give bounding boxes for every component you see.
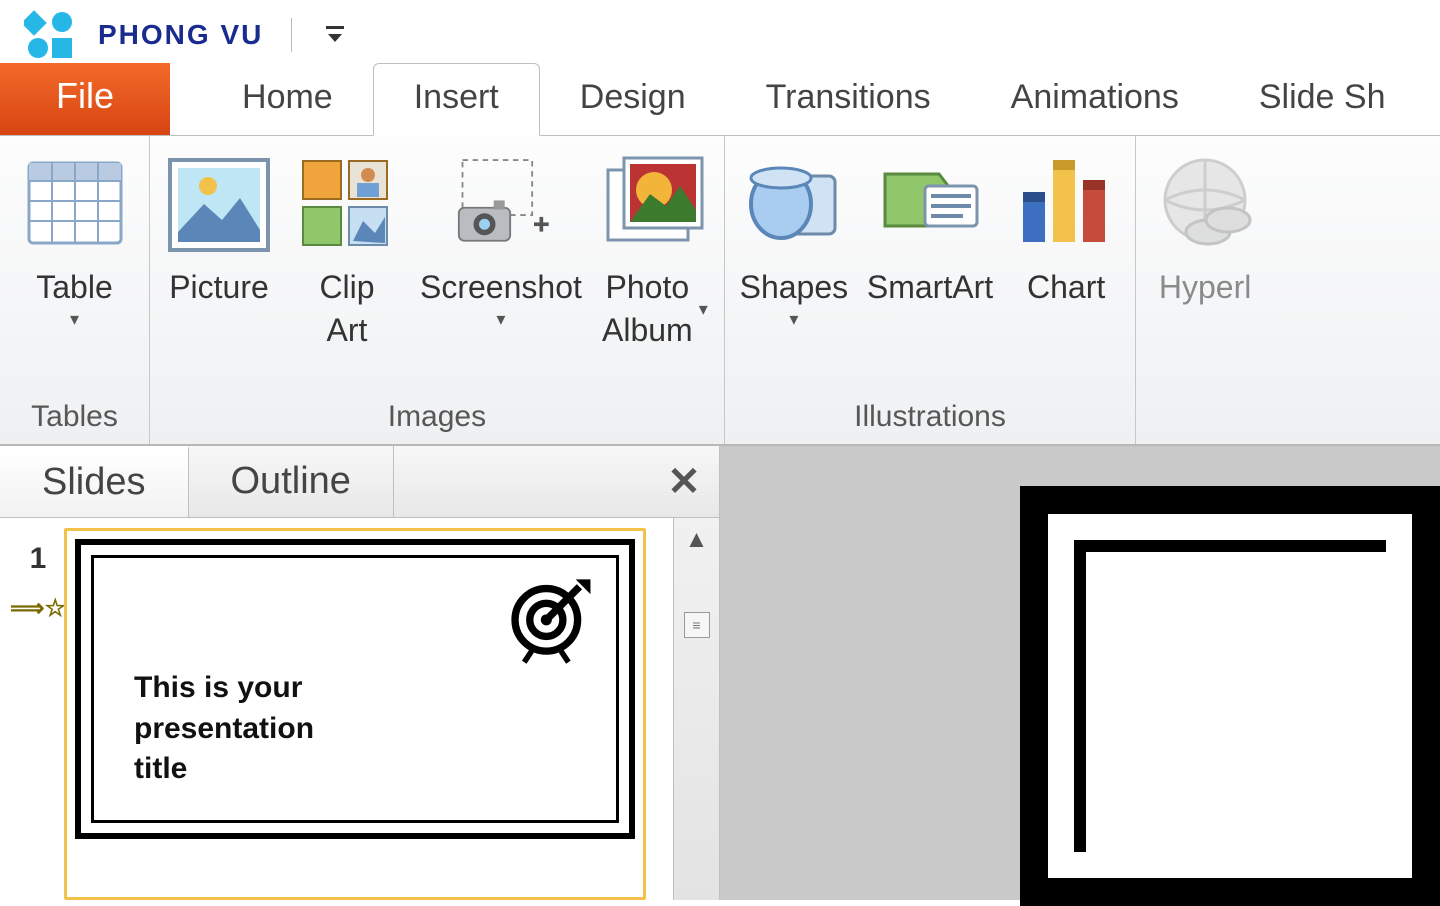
pane-scrollbar[interactable]: ▲ ≡ xyxy=(673,518,719,900)
tab-animations[interactable]: Animations xyxy=(971,64,1219,135)
chart-button[interactable]: Chart xyxy=(1011,144,1121,309)
group-illustrations: Shapes ▾ SmartArt xyxy=(725,136,1136,444)
scroll-handle[interactable]: ≡ xyxy=(684,612,710,638)
tab-insert[interactable]: Insert xyxy=(373,63,540,136)
animation-indicator-icon: ⟹☆ xyxy=(10,594,66,623)
smartart-icon xyxy=(875,150,985,260)
screenshot-icon xyxy=(446,150,556,260)
picture-button[interactable]: Picture xyxy=(164,144,274,309)
group-links: Hyperl xyxy=(1136,136,1274,444)
separator xyxy=(291,18,292,52)
tab-file[interactable]: File xyxy=(0,63,170,135)
ribbon-tabs: File Home Insert Design Transitions Anim… xyxy=(0,70,1440,136)
chart-label: Chart xyxy=(1027,266,1105,309)
shapes-icon xyxy=(739,150,849,260)
slide-thumbnail-selected[interactable]: This is your presentation title xyxy=(64,528,646,900)
tab-transitions[interactable]: Transitions xyxy=(726,64,971,135)
table-button[interactable]: Table ▾ xyxy=(20,144,130,330)
pane-tabs: Slides Outline ✕ xyxy=(0,446,719,518)
clipart-icon xyxy=(292,150,402,260)
group-images: Picture Clip Art xyxy=(150,136,725,444)
photoalbum-button[interactable]: Photo Album ▾ xyxy=(600,144,710,352)
hyperlink-icon xyxy=(1150,150,1260,260)
slide-canvas[interactable] xyxy=(720,446,1440,900)
ribbon: Table ▾ Tables Picture xyxy=(0,136,1440,446)
table-icon xyxy=(20,150,130,260)
smartart-label: SmartArt xyxy=(867,266,993,309)
qat-customize-icon[interactable] xyxy=(324,20,346,51)
shapes-label: Shapes xyxy=(740,266,849,309)
shapes-button[interactable]: Shapes ▾ xyxy=(739,144,849,330)
chevron-down-icon: ▾ xyxy=(496,309,505,330)
slides-pane: Slides Outline ✕ 1 ⟹☆ xyxy=(0,446,720,900)
pane-close-icon[interactable]: ✕ xyxy=(649,446,719,517)
brand-text: PHONG VU xyxy=(98,19,263,51)
smartart-button[interactable]: SmartArt xyxy=(867,144,993,309)
group-tables: Table ▾ Tables xyxy=(0,136,150,444)
chart-icon xyxy=(1011,150,1121,260)
slide-title-text: This is your presentation title xyxy=(134,668,314,790)
title-bar: PHONG VU xyxy=(0,0,1440,70)
phongvu-logo-icon xyxy=(24,8,78,62)
group-label-links xyxy=(1201,392,1209,444)
group-label-images: Images xyxy=(388,392,486,444)
clipart-label: Clip Art xyxy=(319,266,374,352)
pane-tab-outline[interactable]: Outline xyxy=(189,446,394,517)
picture-icon xyxy=(164,150,274,260)
clipart-button[interactable]: Clip Art xyxy=(292,144,402,352)
group-label-illustrations: Illustrations xyxy=(854,392,1006,444)
pane-tab-slides[interactable]: Slides xyxy=(0,446,189,517)
slide-number-text: 1 xyxy=(30,542,47,576)
workspace: Slides Outline ✕ 1 ⟹☆ xyxy=(0,446,1440,900)
tab-design[interactable]: Design xyxy=(540,64,726,135)
canvas-slide[interactable] xyxy=(1020,486,1440,906)
photoalbum-icon xyxy=(600,150,710,260)
slide-number: 1 ⟹☆ xyxy=(12,528,64,900)
chevron-down-icon: ▾ xyxy=(70,309,79,330)
target-icon xyxy=(504,572,596,678)
tab-slideshow[interactable]: Slide Sh xyxy=(1219,64,1426,135)
scroll-up-icon[interactable]: ▲ xyxy=(685,518,709,562)
photoalbum-label: Photo Album xyxy=(602,266,693,352)
chevron-down-icon: ▾ xyxy=(699,297,708,321)
screenshot-label: Screenshot xyxy=(420,266,582,309)
picture-label: Picture xyxy=(169,266,269,309)
hyperlink-button[interactable]: Hyperl xyxy=(1150,144,1260,309)
chevron-down-icon: ▾ xyxy=(789,309,798,330)
tab-home[interactable]: Home xyxy=(202,64,373,135)
group-label-tables: Tables xyxy=(31,392,118,444)
screenshot-button[interactable]: Screenshot ▾ xyxy=(420,144,582,330)
table-label: Table xyxy=(36,266,113,309)
hyperlink-label: Hyperl xyxy=(1159,266,1251,309)
